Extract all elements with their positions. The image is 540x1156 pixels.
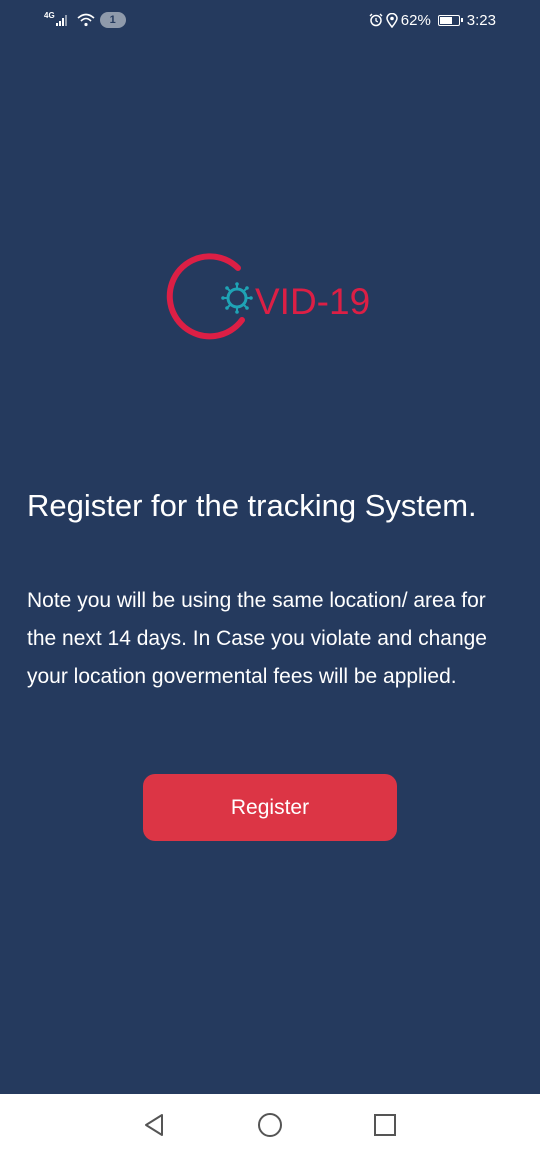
alarm-icon (369, 13, 383, 27)
network-type: 4G (44, 10, 55, 20)
covid-19-logo: VID-19 (160, 250, 390, 340)
location-icon (386, 12, 398, 28)
page-heading: Register for the tracking System. (27, 488, 477, 523)
wifi-icon (77, 13, 95, 27)
register-button[interactable]: Register (143, 774, 397, 841)
clock: 3:23 (466, 11, 496, 29)
status-right: 62% 3:23 (369, 10, 496, 30)
status-bar: 4G 1 62% 3:23 (0, 0, 540, 40)
back-icon[interactable] (139, 1110, 169, 1140)
recents-icon[interactable] (370, 1110, 400, 1140)
note-text: Note you will be using the same location… (27, 589, 487, 688)
virus-icon (221, 282, 253, 314)
navigation-bar (0, 1094, 540, 1156)
battery-percent: 62% (400, 11, 431, 29)
logo-text: VID-19 (255, 281, 370, 322)
signal-icon (55, 14, 67, 26)
notification-badge: 1 (99, 12, 126, 28)
battery-icon (437, 14, 463, 26)
home-icon[interactable] (255, 1110, 285, 1140)
status-left: 4G 1 (44, 10, 126, 30)
